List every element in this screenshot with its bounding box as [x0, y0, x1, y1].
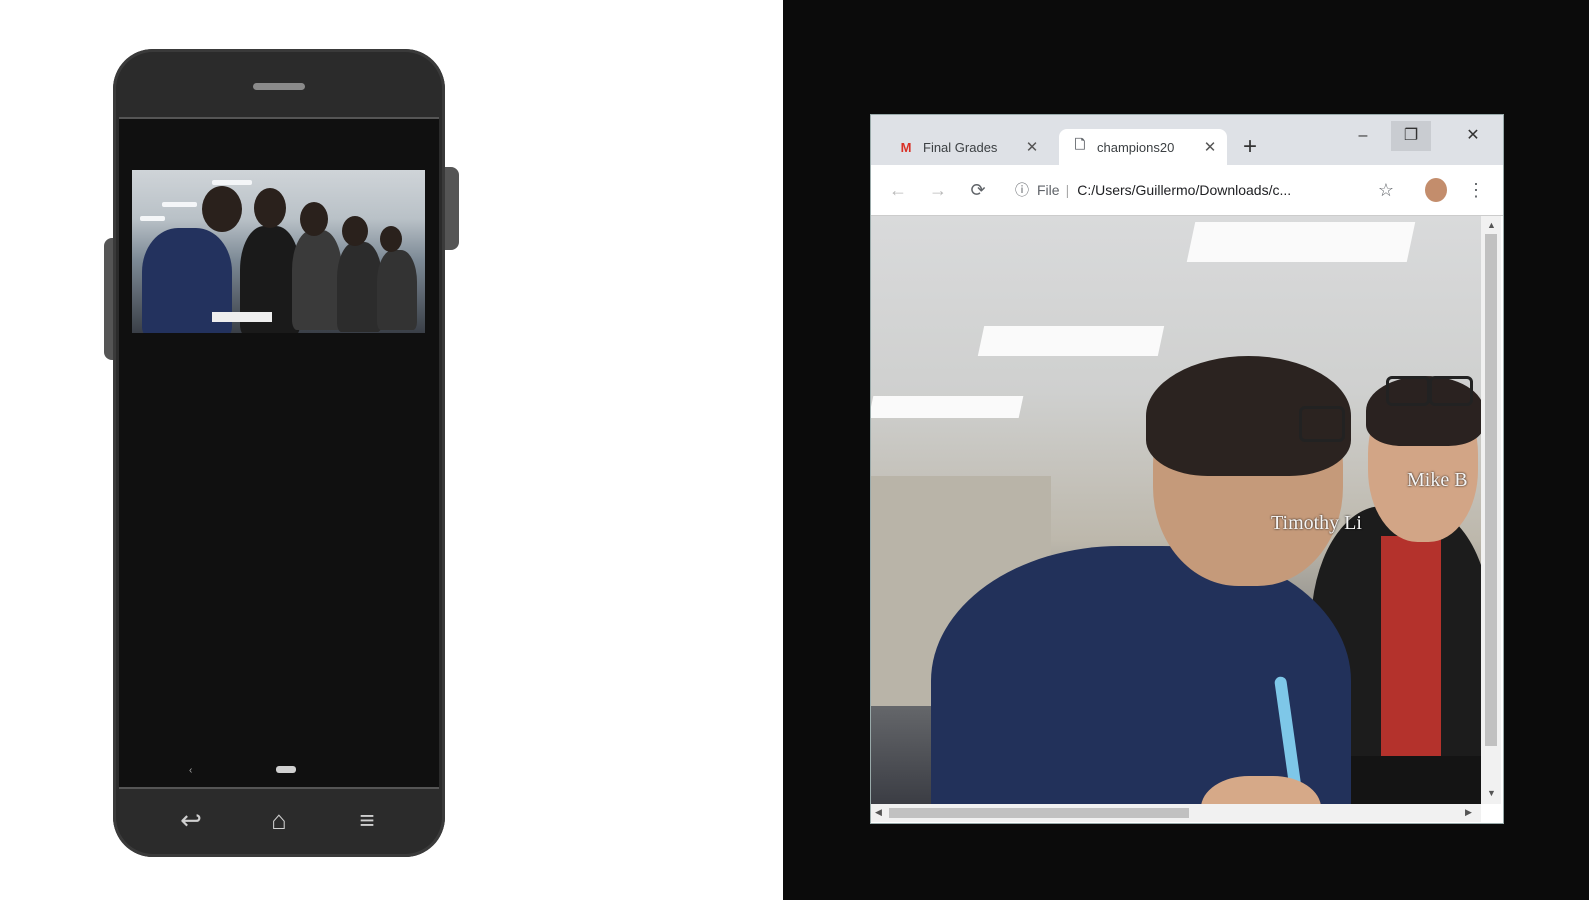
gmail-icon: M [900, 139, 912, 155]
ceiling-light [977, 326, 1165, 356]
person-head [300, 202, 328, 236]
face-label-timothy: Timothy Li [1271, 512, 1362, 534]
phone-small-back-icon[interactable]: ‹ [189, 765, 192, 776]
back-arrow-icon[interactable]: ↩ [171, 805, 211, 835]
forward-icon[interactable]: → [925, 177, 951, 203]
tab-final-grades[interactable]: M Final Grades ✕ [885, 129, 1049, 165]
ceiling-light [871, 396, 1024, 418]
phone-nav-bar: ↩ ⌂ ≡ [119, 787, 439, 853]
ceiling-light [162, 202, 197, 207]
kebab-menu-icon[interactable]: ⋮ [1463, 177, 1489, 203]
ceiling-light [212, 180, 252, 185]
scroll-down-icon[interactable]: ▼ [1487, 788, 1496, 798]
phone-emulator: ‹ ↩ ⌂ ≡ [113, 49, 445, 857]
back-icon[interactable]: ← [885, 177, 911, 203]
person-head [342, 216, 368, 246]
phone-screen: ‹ [119, 117, 439, 789]
glasses [1299, 406, 1345, 442]
browser-toolbar: ← → ⟳ ⓘ File | C:/Users/Guillermo/Downlo… [871, 165, 1503, 216]
url-text[interactable]: C:/Users/Guillermo/Downloads/c... [1077, 182, 1291, 198]
person-mike-shirt [1381, 536, 1441, 776]
reload-icon[interactable]: ⟳ [965, 177, 991, 203]
tab-title: Final Grades [923, 139, 998, 155]
scroll-up-icon[interactable]: ▲ [1487, 220, 1496, 230]
bookmark-star-icon[interactable]: ☆ [1373, 177, 1399, 203]
ceiling-light [140, 216, 165, 221]
tab-strip: M Final Grades ✕ 🗋 champions20 ✕ + – ❐ ✕ [871, 115, 1503, 165]
profile-avatar[interactable] [1425, 178, 1447, 202]
tab-champions[interactable]: 🗋 champions20 ✕ [1059, 129, 1227, 165]
person-head [380, 226, 402, 252]
file-icon: 🗋 [1074, 137, 1086, 152]
scroll-left-icon[interactable]: ◀ [875, 807, 882, 818]
person-figure [292, 230, 342, 330]
person-figure [377, 250, 417, 330]
glasses [1429, 376, 1473, 406]
phone-speaker [253, 83, 305, 90]
menu-icon[interactable]: ≡ [347, 805, 387, 835]
new-tab-button[interactable]: + [1243, 133, 1257, 161]
horizontal-scroll-thumb[interactable] [889, 808, 1189, 818]
person-figure [337, 242, 382, 332]
close-window-button[interactable]: ✕ [1453, 121, 1493, 151]
maximize-button[interactable]: ❐ [1391, 121, 1431, 151]
vertical-scroll-thumb[interactable] [1485, 234, 1497, 746]
face-label-mike: Mike B [1407, 469, 1468, 491]
home-icon[interactable]: ⌂ [259, 805, 299, 835]
glasses [1386, 376, 1430, 406]
page-content-video[interactable]: Timothy Li Mike B [871, 216, 1481, 804]
phone-nav-indicator [276, 766, 296, 773]
address-bar[interactable]: ⓘ File | C:/Users/Guillermo/Downloads/c.… [1011, 173, 1363, 207]
ceiling-light [1186, 222, 1416, 262]
phone-video-thumbnail[interactable] [132, 170, 425, 333]
horizontal-scrollbar[interactable]: ◀ ▶ [871, 804, 1481, 822]
paper [212, 312, 272, 322]
close-tab-icon[interactable]: ✕ [1201, 138, 1219, 156]
person-head [202, 186, 242, 232]
person-head [254, 188, 286, 228]
browser-window: M Final Grades ✕ 🗋 champions20 ✕ + – ❐ ✕… [870, 114, 1504, 824]
info-icon[interactable]: ⓘ [1011, 180, 1033, 200]
url-separator: | [1065, 182, 1070, 198]
vertical-scrollbar[interactable]: ▲ ▼ [1481, 216, 1501, 804]
scroll-right-icon[interactable]: ▶ [1465, 807, 1472, 818]
tab-title: champions20 [1097, 139, 1175, 155]
minimize-button[interactable]: – [1343, 121, 1383, 151]
close-tab-icon[interactable]: ✕ [1023, 138, 1041, 156]
url-scheme: File [1037, 182, 1060, 198]
